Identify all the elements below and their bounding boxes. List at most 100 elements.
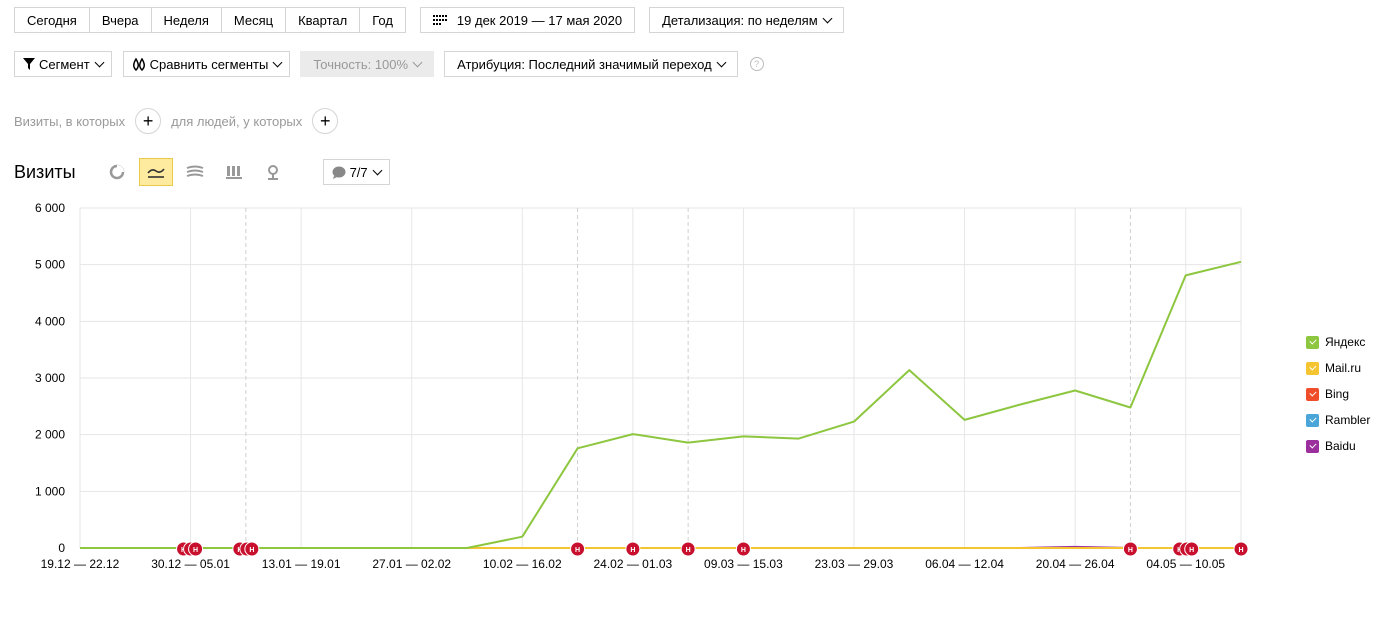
chevron-down-icon bbox=[822, 13, 833, 23]
area-chart-icon bbox=[186, 165, 203, 177]
chevron-down-icon bbox=[372, 165, 383, 175]
annotation-marker-letter: Н bbox=[741, 547, 746, 554]
legend-label: Bing bbox=[1325, 387, 1350, 401]
chevron-down-icon bbox=[272, 57, 283, 67]
legend-label: Baidu bbox=[1325, 439, 1356, 453]
x-tick-label: 13.01 — 19.01 bbox=[262, 557, 341, 571]
x-tick-label: 04.05 — 10.05 bbox=[1146, 557, 1225, 571]
period-quarter-button[interactable]: Квартал bbox=[285, 7, 360, 33]
period-button-group: Сегодня Вчера Неделя Месяц Квартал Год bbox=[14, 7, 406, 33]
y-tick-label: 1 000 bbox=[35, 484, 65, 498]
segment-button[interactable]: Сегмент bbox=[14, 51, 112, 77]
accuracy-label: Точность: 100% bbox=[313, 56, 409, 72]
compare-label: Сравнить сегменты bbox=[149, 56, 269, 72]
legend-item-rambler[interactable]: Rambler bbox=[1306, 407, 1370, 433]
drops-icon bbox=[132, 57, 146, 71]
annotation-marker: Н bbox=[1122, 541, 1138, 557]
checkbox-icon bbox=[1306, 361, 1319, 375]
detail-label: Детализация: по неделям bbox=[662, 12, 818, 28]
annotation-marker: Н bbox=[735, 541, 751, 557]
annotation-marker-letter: Н bbox=[1238, 547, 1243, 554]
accuracy-dropdown[interactable]: Точность: 100% bbox=[300, 51, 435, 77]
attribution-dropdown[interactable]: Атрибуция: Последний значимый переход bbox=[444, 51, 738, 77]
annotation-marker-letter: Н bbox=[1128, 547, 1133, 554]
chevron-down-icon bbox=[94, 57, 105, 67]
period-month-button[interactable]: Месяц bbox=[220, 7, 286, 33]
y-axis-ticks: 0 1 000 2 000 3 000 4 000 5 000 6 000 bbox=[35, 201, 65, 555]
annotations-count: 7/7 bbox=[349, 164, 368, 180]
chart-grid bbox=[79, 207, 1242, 549]
legend-label: Mail.ru bbox=[1325, 361, 1362, 375]
plus-icon: + bbox=[142, 110, 154, 131]
filter-row: Визиты, в которых + для людей, у которых… bbox=[14, 108, 348, 134]
y-tick-label: 2 000 bbox=[35, 428, 65, 442]
annotation-marker-letter: Н bbox=[686, 547, 691, 554]
legend-item-baidu[interactable]: Baidu bbox=[1306, 433, 1370, 459]
chart-series bbox=[80, 260, 1242, 549]
annotation-marker-letter: Н bbox=[630, 547, 635, 554]
x-tick-label: 10.02 — 16.02 bbox=[483, 557, 562, 571]
pie-chart-button[interactable] bbox=[100, 158, 134, 186]
x-tick-label: 09.03 — 15.03 bbox=[704, 557, 783, 571]
y-tick-label: 4 000 bbox=[35, 314, 65, 328]
checkbox-icon bbox=[1306, 335, 1319, 349]
bar-chart-button[interactable] bbox=[217, 158, 251, 186]
annotation-marker: Н bbox=[625, 541, 641, 557]
legend-item-yandex[interactable]: Яндекс bbox=[1306, 329, 1370, 355]
legend-item-bing[interactable]: Bing bbox=[1306, 381, 1370, 407]
add-visit-filter-button[interactable]: + bbox=[135, 108, 162, 134]
date-range-button[interactable]: 19 дек 2019 — 17 мая 2020 bbox=[419, 7, 636, 33]
chart-type-switcher bbox=[100, 158, 295, 186]
period-year-button[interactable]: Год bbox=[359, 7, 406, 33]
filter-visits-label: Визиты, в которых bbox=[14, 113, 126, 129]
series-line bbox=[80, 260, 1242, 549]
y-tick-label: 5 000 bbox=[35, 258, 65, 272]
filter-people-label: для людей, у которых bbox=[171, 113, 303, 129]
bar-chart-icon bbox=[225, 166, 242, 179]
chart-header: Визиты 7/7 bbox=[14, 158, 390, 186]
annotation-marker: Н bbox=[680, 541, 696, 557]
y-tick-label: 6 000 bbox=[35, 201, 65, 215]
period-toolbar: Сегодня Вчера Неделя Месяц Квартал Год 1… bbox=[14, 7, 844, 33]
period-week-button[interactable]: Неделя bbox=[150, 7, 221, 33]
annotation-marker-letter: Н bbox=[1189, 547, 1194, 554]
calendar-icon bbox=[432, 15, 447, 25]
period-today-button[interactable]: Сегодня bbox=[14, 7, 89, 33]
add-people-filter-button[interactable]: + bbox=[312, 108, 339, 134]
annotation-marker: Н bbox=[570, 541, 586, 557]
legend-label: Rambler bbox=[1325, 413, 1371, 427]
legend-item-mailru[interactable]: Mail.ru bbox=[1306, 355, 1370, 381]
chevron-down-icon bbox=[412, 57, 423, 67]
x-tick-label: 24.02 — 01.03 bbox=[593, 557, 672, 571]
y-tick-label: 3 000 bbox=[35, 371, 65, 385]
segment-toolbar: Сегмент Сравнить сегменты Точность: 100%… bbox=[14, 51, 764, 77]
chart-legend: Яндекс Mail.ru Bing Rambler Baidu bbox=[1306, 329, 1370, 459]
annotations-dropdown[interactable]: 7/7 bbox=[322, 159, 390, 185]
checkbox-icon bbox=[1306, 413, 1319, 427]
map-chart-button[interactable] bbox=[256, 158, 290, 186]
segment-label: Сегмент bbox=[39, 56, 90, 72]
plus-icon: + bbox=[320, 110, 331, 131]
help-icon[interactable]: ? bbox=[749, 57, 764, 71]
x-tick-label: 19.12 — 22.12 bbox=[41, 557, 120, 571]
period-yesterday-button[interactable]: Вчера bbox=[88, 7, 151, 33]
legend-label: Яндекс bbox=[1325, 335, 1366, 349]
area-chart-button[interactable] bbox=[178, 158, 212, 186]
x-tick-label: 27.01 — 02.02 bbox=[372, 557, 451, 571]
annotation-marker-letter: Н bbox=[575, 547, 580, 554]
annotation-marker: Н bbox=[1233, 541, 1249, 557]
annotation-marker-letter: Н bbox=[193, 547, 198, 554]
checkbox-icon bbox=[1306, 439, 1319, 453]
line-chart-icon bbox=[146, 168, 165, 178]
map-pin-icon bbox=[267, 165, 278, 180]
annotation-marker: Н bbox=[188, 541, 204, 557]
detail-dropdown[interactable]: Детализация: по неделям bbox=[649, 7, 844, 33]
annotation-marker: Н bbox=[244, 541, 260, 557]
chevron-down-icon bbox=[716, 57, 727, 67]
y-tick-label: 0 bbox=[58, 541, 65, 555]
compare-segments-button[interactable]: Сравнить сегменты bbox=[122, 51, 291, 77]
visits-line-chart: 0 1 000 2 000 3 000 4 000 5 000 6 000 19.12 — … bbox=[35, 201, 1249, 571]
annotation-marker: Н bbox=[1184, 541, 1200, 557]
annotation-marker-letter: Н bbox=[249, 547, 254, 554]
line-chart-button[interactable] bbox=[138, 158, 173, 186]
